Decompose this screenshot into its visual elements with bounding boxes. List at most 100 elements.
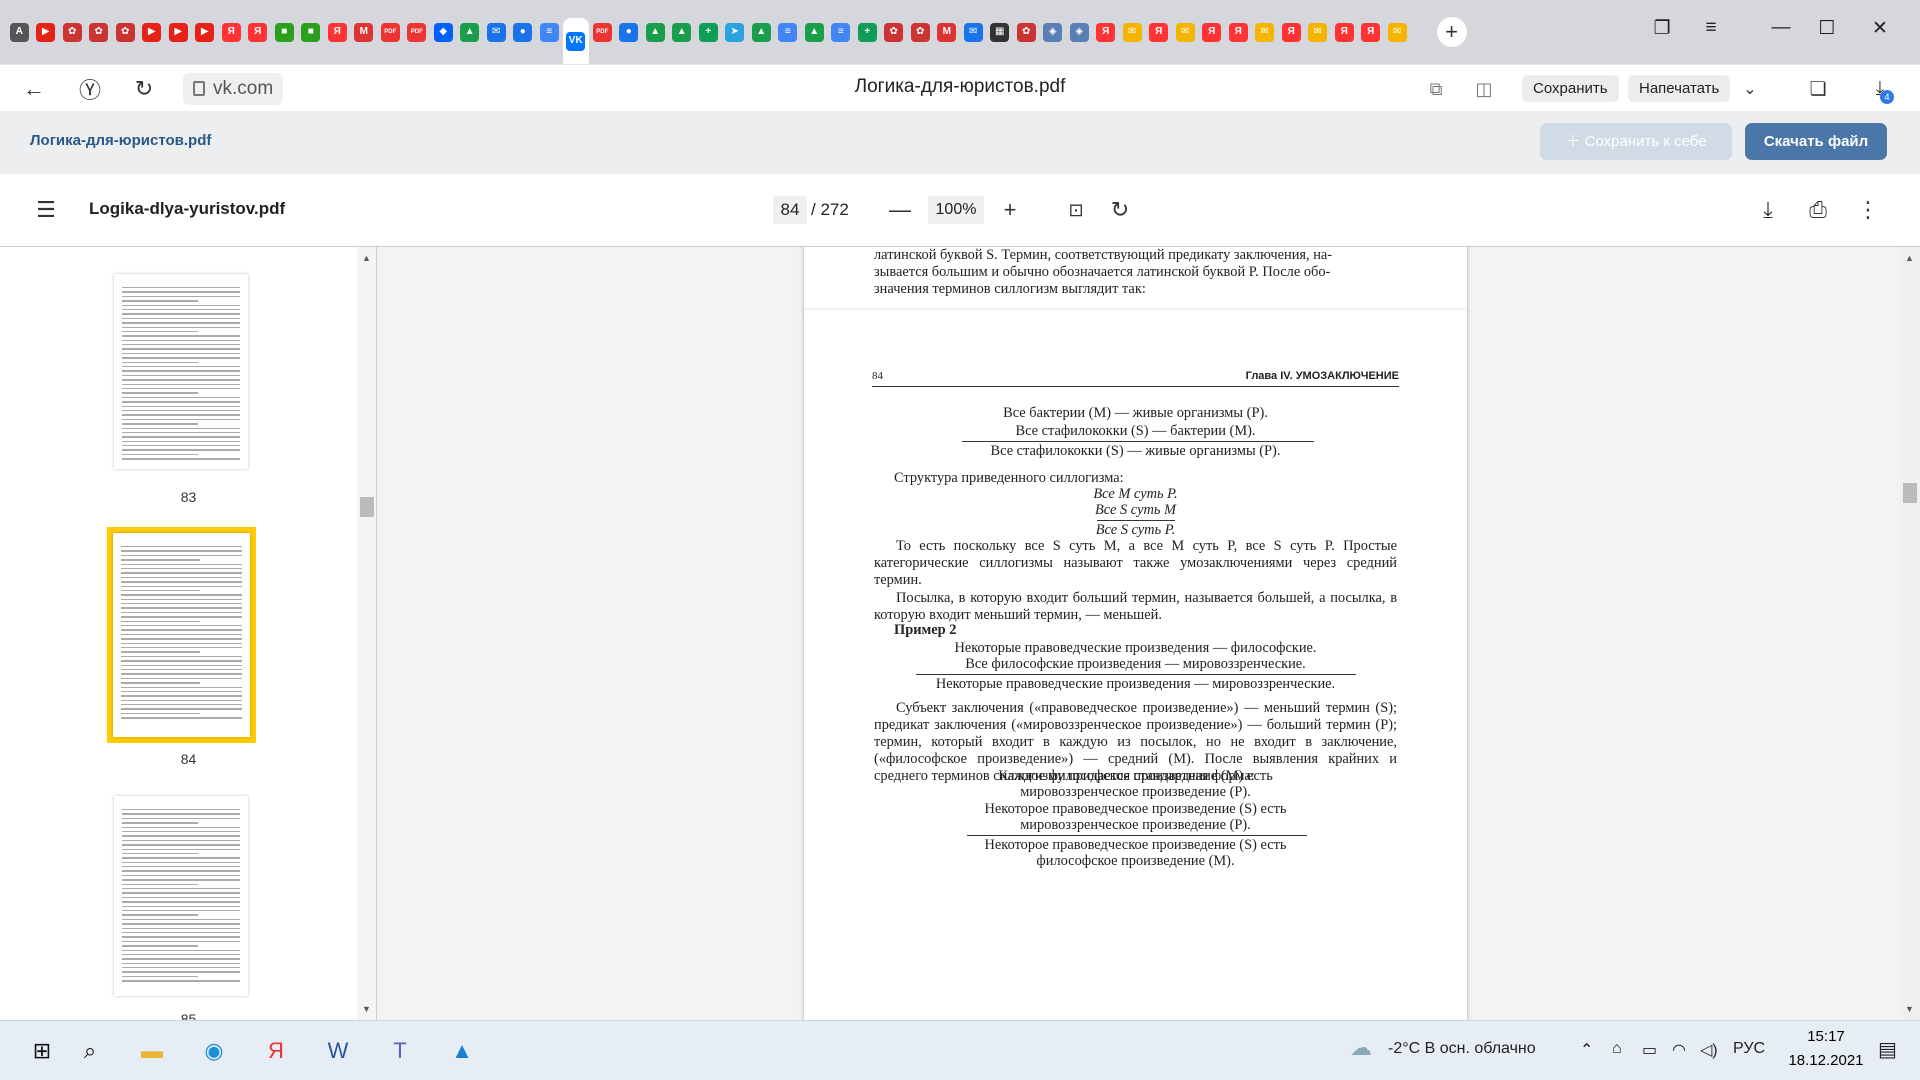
browser-tab[interactable]: ≡ bbox=[536, 13, 563, 51]
download-file-button[interactable]: Скачать файл bbox=[1745, 123, 1887, 160]
browser-tab[interactable]: A bbox=[6, 13, 33, 51]
browser-tab[interactable]: PDF bbox=[404, 13, 431, 51]
browser-tab[interactable]: Я bbox=[324, 13, 351, 51]
browser-tab[interactable]: Я bbox=[1146, 13, 1173, 51]
page-thumbnail-85[interactable] bbox=[114, 796, 248, 996]
zoom-out-icon[interactable]: — bbox=[884, 194, 916, 226]
wifi-icon[interactable]: ◠ bbox=[1672, 1040, 1686, 1060]
print-button[interactable]: Напечатать bbox=[1628, 75, 1731, 102]
search-icon[interactable]: ⌕ bbox=[72, 1033, 108, 1069]
browser-tab[interactable]: Я bbox=[1093, 13, 1120, 51]
browser-tab[interactable]: ▲ bbox=[801, 13, 828, 51]
browser-tab[interactable]: ✉ bbox=[1384, 13, 1411, 51]
new-tab-button[interactable]: + bbox=[1436, 17, 1467, 47]
download-icon[interactable]: ⤓ bbox=[1752, 194, 1784, 226]
browser-tab[interactable]: Я bbox=[218, 13, 245, 51]
clock-date[interactable]: 18.12.2021 bbox=[1776, 1052, 1876, 1069]
browser-tab[interactable]: ✉ bbox=[1305, 13, 1332, 51]
weather-text[interactable]: -2°C В осн. облачно bbox=[1388, 1040, 1536, 1058]
sidebar-menu-icon[interactable]: ☰ bbox=[30, 194, 62, 226]
browser-tab[interactable]: VK bbox=[562, 18, 589, 64]
browser-tab[interactable]: + bbox=[695, 13, 722, 51]
viewer-scrollbar[interactable]: ▲ ▼ bbox=[1900, 247, 1920, 1020]
browser-tab[interactable]: ▦ bbox=[987, 13, 1014, 51]
windows-start-icon[interactable]: ⊞ bbox=[24, 1033, 60, 1069]
word-icon[interactable]: W bbox=[320, 1033, 356, 1069]
scroll-up-icon[interactable]: ▲ bbox=[362, 253, 371, 263]
photos-icon[interactable]: ▲ bbox=[444, 1033, 480, 1069]
fit-page-icon[interactable]: ⊡ bbox=[1060, 194, 1092, 226]
zoom-in-icon[interactable]: + bbox=[994, 194, 1026, 226]
network-icon[interactable]: ⌂ bbox=[1612, 1040, 1622, 1058]
minimize-icon[interactable]: — bbox=[1767, 14, 1795, 42]
more-options-icon[interactable]: ⋮ bbox=[1852, 194, 1884, 226]
browser-tab[interactable]: M bbox=[351, 13, 378, 51]
scroll-thumb[interactable] bbox=[1903, 483, 1917, 503]
browser-tab[interactable]: ● bbox=[616, 13, 643, 51]
collections-icon[interactable]: ❐ bbox=[1648, 14, 1676, 42]
browser-tab[interactable]: ◈ bbox=[1040, 13, 1067, 51]
browser-tab[interactable]: ● bbox=[510, 13, 537, 51]
browser-tab[interactable]: ✿ bbox=[86, 13, 113, 51]
browser-tab[interactable]: ▲ bbox=[748, 13, 775, 51]
page-thumbnail-83[interactable] bbox=[114, 274, 248, 469]
browser-tab[interactable]: ✉ bbox=[1119, 13, 1146, 51]
browser-tab[interactable]: ■ bbox=[298, 13, 325, 51]
browser-tab[interactable]: M bbox=[934, 13, 961, 51]
pip-icon[interactable]: ⧉ bbox=[1420, 73, 1452, 105]
browser-tab[interactable]: PDF bbox=[589, 13, 616, 51]
extensions-icon[interactable]: ◫ bbox=[1468, 73, 1500, 105]
browser-tab[interactable]: ▶ bbox=[165, 13, 192, 51]
save-page-button[interactable]: Сохранить bbox=[1522, 75, 1619, 102]
scroll-down-icon[interactable]: ▼ bbox=[1905, 1004, 1914, 1014]
maximize-icon[interactable]: ☐ bbox=[1813, 14, 1841, 42]
browser-tab[interactable]: ■ bbox=[271, 13, 298, 51]
chevron-up-icon[interactable]: ⌃ bbox=[1580, 1040, 1593, 1060]
yandex-browser-icon[interactable]: Я bbox=[258, 1033, 294, 1069]
scroll-up-icon[interactable]: ▲ bbox=[1905, 253, 1914, 263]
browser-tab[interactable]: ✿ bbox=[907, 13, 934, 51]
close-icon[interactable]: ✕ bbox=[1866, 14, 1894, 42]
browser-tab[interactable]: ◈ bbox=[1066, 13, 1093, 51]
sidebar-scrollbar[interactable]: ▲ ▼ bbox=[357, 247, 376, 1020]
browser-tab[interactable]: ✿ bbox=[59, 13, 86, 51]
page-thumbnail-84[interactable] bbox=[113, 533, 250, 737]
browser-tab[interactable]: Я bbox=[1225, 13, 1252, 51]
battery-icon[interactable]: ▭ bbox=[1642, 1040, 1657, 1060]
browser-tab[interactable]: ✉ bbox=[1252, 13, 1279, 51]
browser-tab[interactable]: PDF bbox=[377, 13, 404, 51]
clock-time[interactable]: 15:17 bbox=[1796, 1028, 1856, 1045]
menu-icon[interactable]: ≡ bbox=[1697, 14, 1725, 42]
browser-tab[interactable]: Я bbox=[1358, 13, 1385, 51]
file-explorer-icon[interactable]: ▬ bbox=[134, 1033, 170, 1069]
save-to-self-button[interactable]: ＋ Сохранить к себе bbox=[1540, 123, 1732, 160]
browser-tab[interactable]: ≡ bbox=[775, 13, 802, 51]
language-indicator[interactable]: РУС bbox=[1733, 1040, 1765, 1058]
browser-tab[interactable]: ✿ bbox=[112, 13, 139, 51]
browser-tab[interactable]: ▶ bbox=[192, 13, 219, 51]
zoom-field[interactable]: 100% bbox=[928, 196, 984, 224]
weather-icon[interactable]: ☁ bbox=[1350, 1035, 1372, 1061]
browser-tab[interactable]: ▲ bbox=[669, 13, 696, 51]
chevron-down-icon[interactable]: ⌄ bbox=[1734, 73, 1766, 105]
volume-icon[interactable]: ◁) bbox=[1700, 1040, 1718, 1060]
browser-tab[interactable]: ✉ bbox=[1172, 13, 1199, 51]
browser-tab[interactable]: + bbox=[854, 13, 881, 51]
notifications-icon[interactable]: ▤ bbox=[1878, 1037, 1897, 1062]
scroll-down-icon[interactable]: ▼ bbox=[362, 1004, 371, 1014]
browser-tab[interactable]: ➤ bbox=[722, 13, 749, 51]
teams-icon[interactable]: T bbox=[382, 1033, 418, 1069]
page-number-input[interactable]: 84 bbox=[773, 196, 807, 224]
edge-icon[interactable]: ◉ bbox=[196, 1033, 232, 1069]
browser-tab[interactable]: ▲ bbox=[457, 13, 484, 51]
reading-mode-icon[interactable]: ❏ bbox=[1802, 73, 1834, 105]
rotate-icon[interactable]: ↻ bbox=[1104, 194, 1136, 226]
browser-tab[interactable]: ▶ bbox=[139, 13, 166, 51]
browser-tab[interactable]: ✿ bbox=[1013, 13, 1040, 51]
browser-tab[interactable]: ◆ bbox=[430, 13, 457, 51]
scroll-thumb[interactable] bbox=[360, 497, 374, 517]
print-icon[interactable]: ⎙ bbox=[1802, 194, 1834, 226]
browser-tab[interactable]: Я bbox=[1278, 13, 1305, 51]
browser-tab[interactable]: ▶ bbox=[33, 13, 60, 51]
browser-tab[interactable]: Я bbox=[1331, 13, 1358, 51]
